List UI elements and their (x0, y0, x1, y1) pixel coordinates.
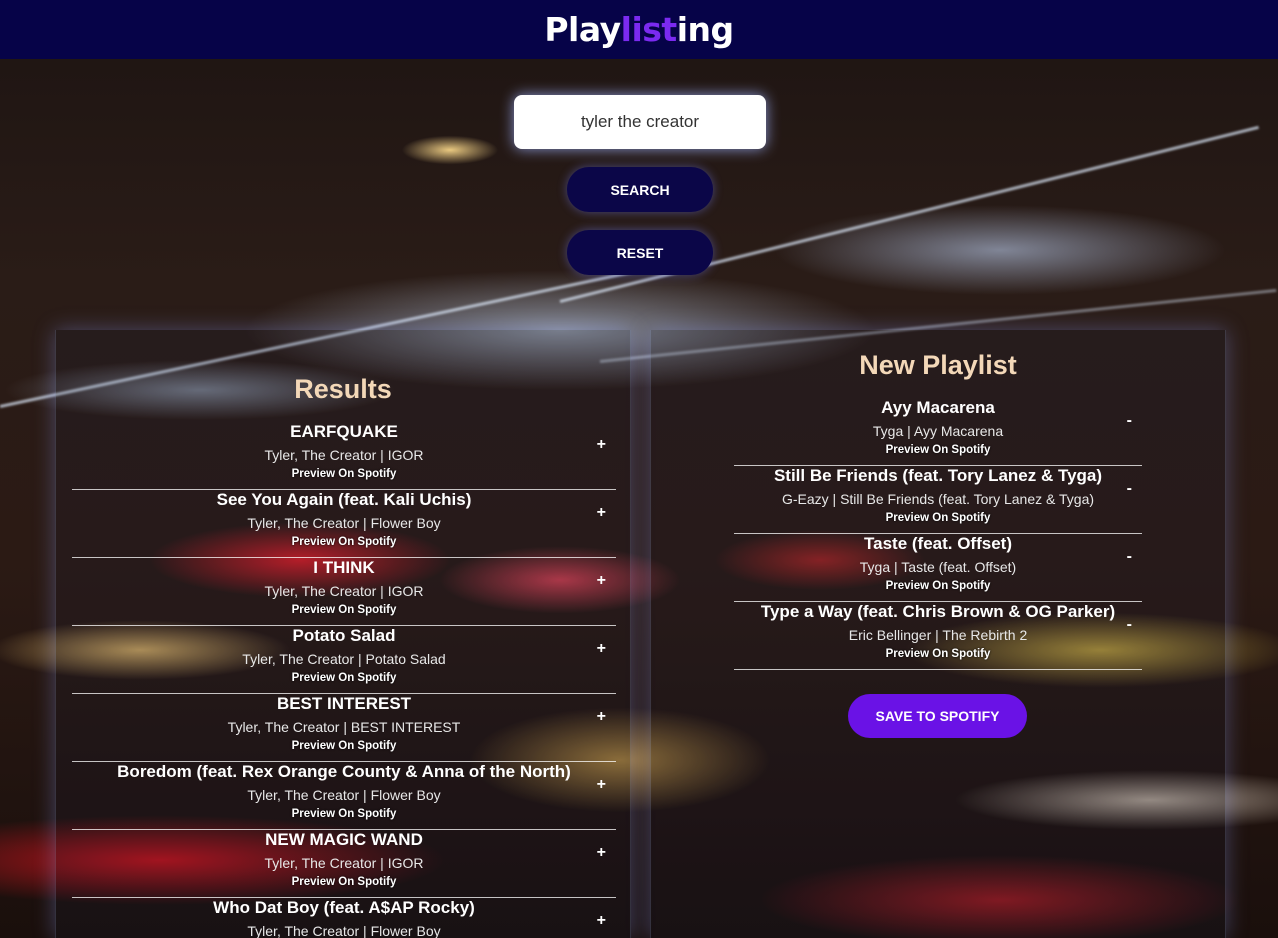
track-artist-album: Tyga | Ayy Macarena (872, 423, 1004, 439)
track-row: Still Be Friends (feat. Tory Lanez & Tyg… (734, 466, 1142, 534)
navbar: Playlisting (0, 0, 1278, 59)
track-artist-album: Tyler, The Creator | Potato Salad (242, 651, 446, 667)
add-track-button[interactable]: + (597, 708, 606, 726)
track-name: I THINK (313, 558, 375, 577)
results-panel: Results EARFQUAKE Tyler, The Creator | IG… (55, 330, 631, 938)
track-artist-album: Tyler, The Creator | IGOR (264, 583, 424, 599)
track-name: Who Dat Boy (feat. A$AP Rocky) (213, 898, 475, 917)
results-title: Results (294, 374, 392, 404)
save-to-spotify-button[interactable]: SAVE TO SPOTIFY (848, 694, 1027, 738)
track-row: Potato Salad Tyler, The Creator | Potato … (72, 626, 616, 694)
preview-on-spotify-link[interactable]: Preview On Spotify (72, 876, 616, 888)
track-name: NEW MAGIC WAND (265, 830, 423, 849)
add-track-button[interactable]: + (597, 776, 606, 794)
reset-button[interactable]: RESET (567, 230, 713, 275)
track-name: BEST INTEREST (276, 694, 412, 713)
preview-on-spotify-link[interactable]: Preview On Spotify (734, 444, 1142, 456)
track-name: Still Be Friends (feat. Tory Lanez & Tyg… (773, 466, 1103, 485)
remove-track-button[interactable]: - (1127, 548, 1132, 566)
track-artist-album: Tyler, The Creator | Flower Boy (247, 787, 441, 803)
track-row: Ayy Macarena Tyga | Ayy Macarena Preview O… (734, 398, 1142, 466)
track-name: EARFQUAKE (290, 422, 398, 441)
track-row: Who Dat Boy (feat. A$AP Rocky) Tyler, The… (72, 898, 616, 938)
track-name: Type a Way (feat. Chris Brown & OG Parke… (760, 602, 1116, 621)
add-track-button[interactable]: + (597, 436, 606, 454)
preview-on-spotify-link[interactable]: Preview On Spotify (72, 468, 616, 480)
preview-on-spotify-link[interactable]: Preview On Spotify (72, 808, 616, 820)
remove-track-button[interactable]: - (1127, 480, 1132, 498)
track-row: NEW MAGIC WAND Tyler, The Creator | IGOR P… (72, 830, 616, 898)
app-logo: Playlisting (544, 10, 734, 49)
track-row: Boredom (feat. Rex Orange County & Anna … (72, 762, 616, 830)
search-input[interactable]: tyler the creator (514, 95, 766, 149)
preview-on-spotify-link[interactable]: Preview On Spotify (72, 604, 616, 616)
track-artist-album: Eric Bellinger | The Rebirth 2 (848, 627, 1028, 643)
preview-on-spotify-link[interactable]: Preview On Spotify (72, 536, 616, 548)
track-row: Type a Way (feat. Chris Brown & OG Parke… (734, 602, 1142, 670)
preview-on-spotify-link[interactable]: Preview On Spotify (72, 740, 616, 752)
preview-on-spotify-link[interactable]: Preview On Spotify (72, 672, 616, 684)
search-button[interactable]: SEARCH (567, 167, 713, 212)
track-artist-album: Tyler, The Creator | IGOR (264, 447, 424, 463)
track-artist-album: Tyler, The Creator | IGOR (264, 855, 424, 871)
track-artist-album: Tyga | Taste (feat. Offset) (859, 559, 1017, 575)
preview-on-spotify-link[interactable]: Preview On Spotify (734, 580, 1142, 592)
add-track-button[interactable]: + (597, 912, 606, 930)
track-name: Potato Salad (292, 626, 396, 645)
track-row: BEST INTEREST Tyler, The Creator | BEST I… (72, 694, 616, 762)
track-row: I THINK Tyler, The Creator | IGOR Preview … (72, 558, 616, 626)
remove-track-button[interactable]: - (1127, 616, 1132, 634)
add-track-button[interactable]: + (597, 504, 606, 522)
track-artist-album: Tyler, The Creator | BEST INTEREST (227, 719, 461, 735)
add-track-button[interactable]: + (597, 572, 606, 590)
preview-on-spotify-link[interactable]: Preview On Spotify (734, 512, 1142, 524)
track-row: See You Again (feat. Kali Uchis) Tyler, T… (72, 490, 616, 558)
track-artist-album: Tyler, The Creator | Flower Boy (247, 923, 441, 938)
playlist-title: New Playlist (859, 350, 1017, 380)
track-name: See You Again (feat. Kali Uchis) (216, 490, 472, 509)
preview-on-spotify-link[interactable]: Preview On Spotify (734, 648, 1142, 660)
track-row: Taste (feat. Offset) Tyga | Taste (feat. … (734, 534, 1142, 602)
track-name: Taste (feat. Offset) (864, 534, 1012, 553)
remove-track-button[interactable]: - (1127, 412, 1132, 430)
track-name: Boredom (feat. Rex Orange County & Anna … (117, 762, 571, 781)
playlist-panel: New Playlist Ayy Macarena Tyga | Ayy Maca… (650, 330, 1226, 938)
track-artist-album: G-Eazy | Still Be Friends (feat. Tory La… (781, 491, 1095, 507)
track-name: Ayy Macarena (881, 398, 995, 417)
add-track-button[interactable]: + (597, 640, 606, 658)
track-artist-album: Tyler, The Creator | Flower Boy (247, 515, 441, 531)
add-track-button[interactable]: + (597, 844, 606, 862)
track-row: EARFQUAKE Tyler, The Creator | IGOR Previe… (72, 422, 616, 490)
